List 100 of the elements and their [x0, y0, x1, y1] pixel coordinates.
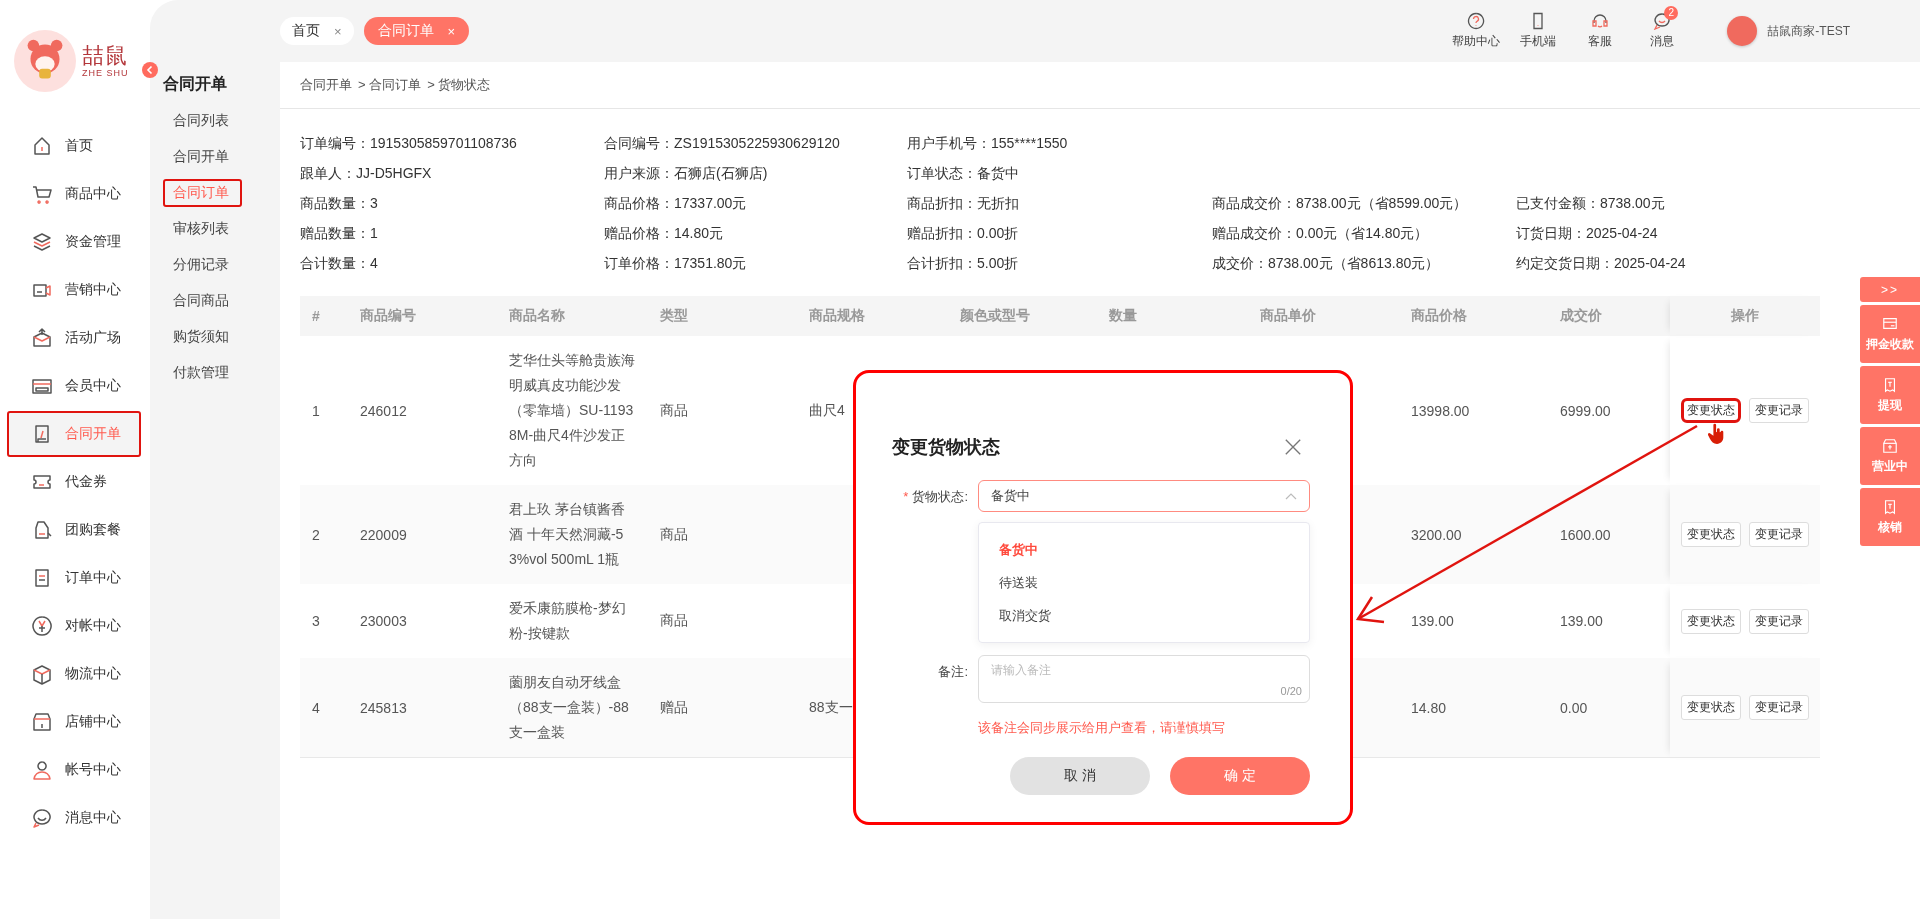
sidebar-item[interactable]: 会员中心	[7, 363, 141, 409]
info-field: 商品价格：17337.00元	[604, 195, 747, 211]
table-cell: 246012	[360, 402, 407, 419]
close-icon[interactable]	[1284, 438, 1302, 456]
dialog-title: 变更货物状态	[892, 436, 1000, 459]
sidebar-item[interactable]: 店铺中心	[7, 699, 141, 745]
dropdown-option[interactable]: 待送装	[979, 566, 1309, 599]
chat-icon	[31, 807, 53, 829]
breadcrumb-item[interactable]: 合同开单	[300, 76, 352, 94]
cube-icon	[31, 663, 53, 685]
table-cell: 3	[312, 613, 320, 629]
subnav-item[interactable]: 付款管理	[163, 359, 242, 387]
user-name[interactable]: 喆鼠商家-TEST	[1767, 22, 1850, 40]
subnav-item[interactable]: 合同商品	[163, 287, 242, 315]
sidebar-item[interactable]: 商品中心	[7, 171, 141, 217]
info-field: 赠品成交价：0.00元（省14.80元）	[1212, 225, 1429, 241]
breadcrumb-item[interactable]: > 合同订单	[358, 76, 422, 94]
table-cell: 商品	[660, 401, 688, 418]
info-field: 用户来源：石狮店(石狮店)	[604, 165, 768, 181]
collapse-button[interactable]	[142, 62, 158, 78]
row-action-button[interactable]: 变更状态	[1681, 608, 1741, 634]
table-cell: 4	[312, 699, 320, 716]
table-cell: 3200.00	[1411, 526, 1462, 543]
row-action-button[interactable]: 变更状态	[1681, 522, 1741, 547]
column-header: 颜色或型号	[960, 307, 1030, 323]
info-field: 约定交货日期：2025-04-24	[1516, 255, 1686, 271]
status-select[interactable]: 备货中	[978, 480, 1310, 512]
table-cell: 14.80	[1411, 699, 1447, 716]
sidebar-item[interactable]: 资金管理	[7, 219, 141, 265]
page-tab[interactable]: 首页 ×	[280, 17, 354, 45]
table-cell: 230003	[360, 613, 407, 629]
table-cell-text: 薗朋友自动牙线盒（88支一盒装）-88支一盒装	[509, 673, 630, 742]
layers-icon	[31, 231, 53, 253]
row-action-button[interactable]: 变更记录	[1749, 608, 1809, 634]
table-cell: 88支一	[809, 698, 853, 715]
sidebar-item[interactable]: 对帐中心	[7, 603, 141, 649]
table-cell: 商品	[660, 525, 688, 542]
header-link[interactable]: 手机端	[1520, 33, 1557, 50]
home-icon	[31, 135, 53, 157]
sidebar-item[interactable]: 活动广场	[7, 315, 141, 361]
info-field: 商品数量：3	[300, 195, 378, 211]
hint-text: 该备注会同步展示给用户查看，请谨慎填写	[978, 719, 1226, 737]
sidebar-item[interactable]: 订单中心	[7, 555, 141, 601]
logo-subtitle: ZHE SHU	[82, 67, 129, 78]
headset-icon[interactable]	[1591, 12, 1610, 30]
receipt-icon	[1882, 376, 1898, 393]
column-header: #	[312, 308, 320, 324]
column-header: 操作	[1731, 307, 1759, 323]
sidebar-item[interactable]: 首页	[7, 123, 141, 169]
table-cell: 商品	[660, 612, 688, 628]
sidebar-item[interactable]: 团购套餐	[7, 507, 141, 553]
info-field: 跟单人：JJ-D5HGFX	[300, 165, 432, 181]
logo-drawing	[14, 29, 76, 92]
table-cell: 0.00	[1560, 699, 1588, 716]
dropdown-option[interactable]: 取消交货	[979, 599, 1309, 632]
column-header: 成交价	[1560, 307, 1602, 323]
table-cell: 220009	[360, 526, 407, 543]
sidebar-item[interactable]: 消息中心	[7, 795, 141, 841]
close-icon[interactable]: ×	[334, 23, 342, 39]
coin-icon	[31, 615, 53, 637]
header-link[interactable]: 客服	[1588, 33, 1613, 50]
subnav-item[interactable]: 分佣记录	[163, 251, 242, 279]
sidebar-item[interactable]: 营销中心	[7, 267, 141, 313]
receipt-icon	[1882, 498, 1898, 515]
table-cell: 曲尺4	[809, 401, 845, 418]
info-field: 成交价：8738.00元（省8613.80元）	[1212, 255, 1440, 271]
subnav-item[interactable]: 购货须知	[163, 323, 242, 351]
info-field: 已支付金额：8738.00元	[1516, 195, 1665, 211]
row-action-button[interactable]: 变更记录	[1749, 695, 1809, 720]
help-icon[interactable]	[1467, 12, 1486, 30]
table-cell-text: 君上玖 茅台镇酱香酒 十年天然洞藏-53%vol 500mL 1瓶	[509, 500, 626, 569]
header-link[interactable]: 消息	[1650, 33, 1675, 50]
breadcrumb-item[interactable]: > 货物状态	[427, 76, 491, 94]
info-field: 用户手机号：155****1550	[907, 135, 1068, 151]
row-action-button[interactable]: 变更状态	[1681, 695, 1741, 720]
sidebar-item[interactable]: 帐号中心	[7, 747, 141, 793]
cancel-button[interactable]: 取 消	[1010, 757, 1150, 795]
subnav-item[interactable]: 审核列表	[163, 215, 242, 243]
sidebar-item[interactable]: 代金券	[7, 459, 141, 505]
sidebar-item[interactable]: 物流中心	[7, 651, 141, 697]
avatar-icon[interactable]	[1727, 16, 1758, 46]
subnav-item[interactable]: 合同开单	[163, 143, 242, 171]
column-header: 商品名称	[509, 307, 565, 323]
row-action-button[interactable]: 变更记录	[1749, 398, 1809, 423]
table-cell: 赠品	[660, 698, 688, 715]
required-mark: *	[903, 489, 909, 504]
info-field: 商品成交价：8738.00元（省8599.00元）	[1212, 195, 1468, 211]
info-field: 订单状态：备货中	[907, 165, 1019, 181]
info-field: 合同编号：ZS1915305225930629120	[604, 135, 840, 151]
box-icon	[31, 327, 53, 349]
header-link[interactable]: 帮助中心	[1452, 33, 1501, 50]
info-field: 赠品价格：14.80元	[604, 225, 724, 241]
info-field: 合计折扣：5.00折	[907, 255, 1019, 271]
subnav-item[interactable]: 合同列表	[163, 107, 242, 135]
row-action-button[interactable]: 变更记录	[1749, 522, 1809, 547]
column-header: 类型	[660, 307, 688, 323]
store-icon	[1882, 437, 1898, 454]
cart-icon	[31, 183, 53, 205]
row-action-button[interactable]: 变更状态	[1681, 398, 1741, 423]
table-cell: 245813	[360, 699, 407, 716]
